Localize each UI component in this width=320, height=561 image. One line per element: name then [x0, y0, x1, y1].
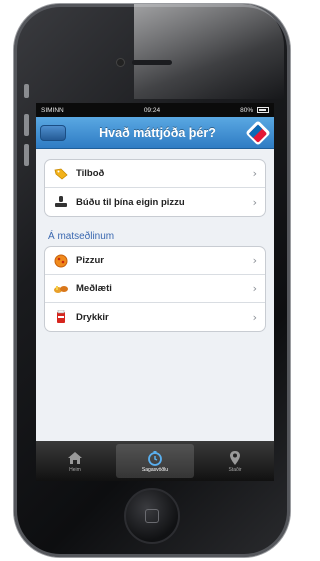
front-camera	[116, 58, 125, 67]
clock-icon	[147, 449, 163, 467]
navigation-bar: Hvað máttjóða þér?	[36, 117, 274, 149]
volume-up-button	[24, 114, 29, 136]
section-header: Á matseðlinum	[48, 231, 115, 242]
chevron-right-icon: ›	[252, 167, 257, 180]
chevron-right-icon: ›	[252, 282, 257, 295]
tab-order-history[interactable]: Sagasvöðlu	[116, 444, 194, 478]
drinks-icon	[53, 309, 69, 325]
menu-row-sides[interactable]: Meðlæti ›	[45, 275, 265, 303]
tab-label: Sagasvöðlu	[141, 467, 169, 473]
tab-locations[interactable]: Staðir	[196, 441, 274, 481]
chevron-right-icon: ›	[252, 195, 257, 209]
map-pin-icon	[229, 449, 241, 467]
menu-row-drinks[interactable]: Drykkir ›	[45, 303, 265, 331]
carrier-label: SIMINN	[41, 106, 64, 114]
tab-label: Staðir	[228, 467, 242, 473]
menu-row-label: Búðu til þína eigin pizzu	[76, 196, 185, 208]
menu-row-label: Meðlæti	[76, 283, 112, 294]
battery-percent: 80%	[240, 106, 254, 114]
volume-down-button	[24, 144, 29, 166]
menu-row-label: Tilboð	[76, 168, 105, 179]
menu-row-offers[interactable]: Tilboð ›	[45, 160, 265, 188]
menu-items-group: Pizzur › Meðlæti › Drykkir ›	[44, 246, 266, 332]
back-button[interactable]	[40, 124, 66, 141]
phone-screen: SIMINN 09:24 80% Hvað máttjóða þér? Tilb…	[36, 103, 274, 481]
battery-indicator: 80%	[240, 107, 269, 114]
menu-row-label: Drykkir	[76, 311, 109, 323]
dominos-logo-icon	[245, 119, 271, 146]
menu-row-label: Pizzur	[76, 255, 104, 266]
chef-icon	[53, 194, 69, 210]
sides-icon	[53, 281, 69, 297]
status-time: 09:24	[143, 106, 161, 114]
mute-switch	[24, 84, 29, 98]
status-bar: SIMINN 09:24 80%	[36, 103, 274, 117]
top-menu-group: Tilboð › Búðu til þína eigin pizzu ›	[44, 159, 266, 217]
menu-row-build-pizza[interactable]: Búðu til þína eigin pizzu ›	[45, 188, 265, 216]
tab-bar: Heim Sagasvöðlu Staðir	[36, 441, 274, 481]
page-title: Hvað máttjóða þér?	[99, 125, 216, 140]
home-icon	[67, 449, 83, 467]
battery-icon	[256, 106, 269, 113]
chevron-right-icon: ›	[252, 254, 257, 267]
tab-label: Heim	[69, 467, 81, 473]
pizza-icon	[53, 253, 69, 269]
home-button[interactable]	[124, 488, 180, 544]
tag-icon	[53, 166, 69, 182]
tab-home[interactable]: Heim	[36, 441, 114, 481]
earpiece-speaker	[132, 60, 172, 65]
menu-row-pizzas[interactable]: Pizzur ›	[45, 247, 265, 275]
chevron-right-icon: ›	[252, 310, 257, 324]
main-content: Tilboð › Búðu til þína eigin pizzu › Á m…	[36, 149, 274, 332]
